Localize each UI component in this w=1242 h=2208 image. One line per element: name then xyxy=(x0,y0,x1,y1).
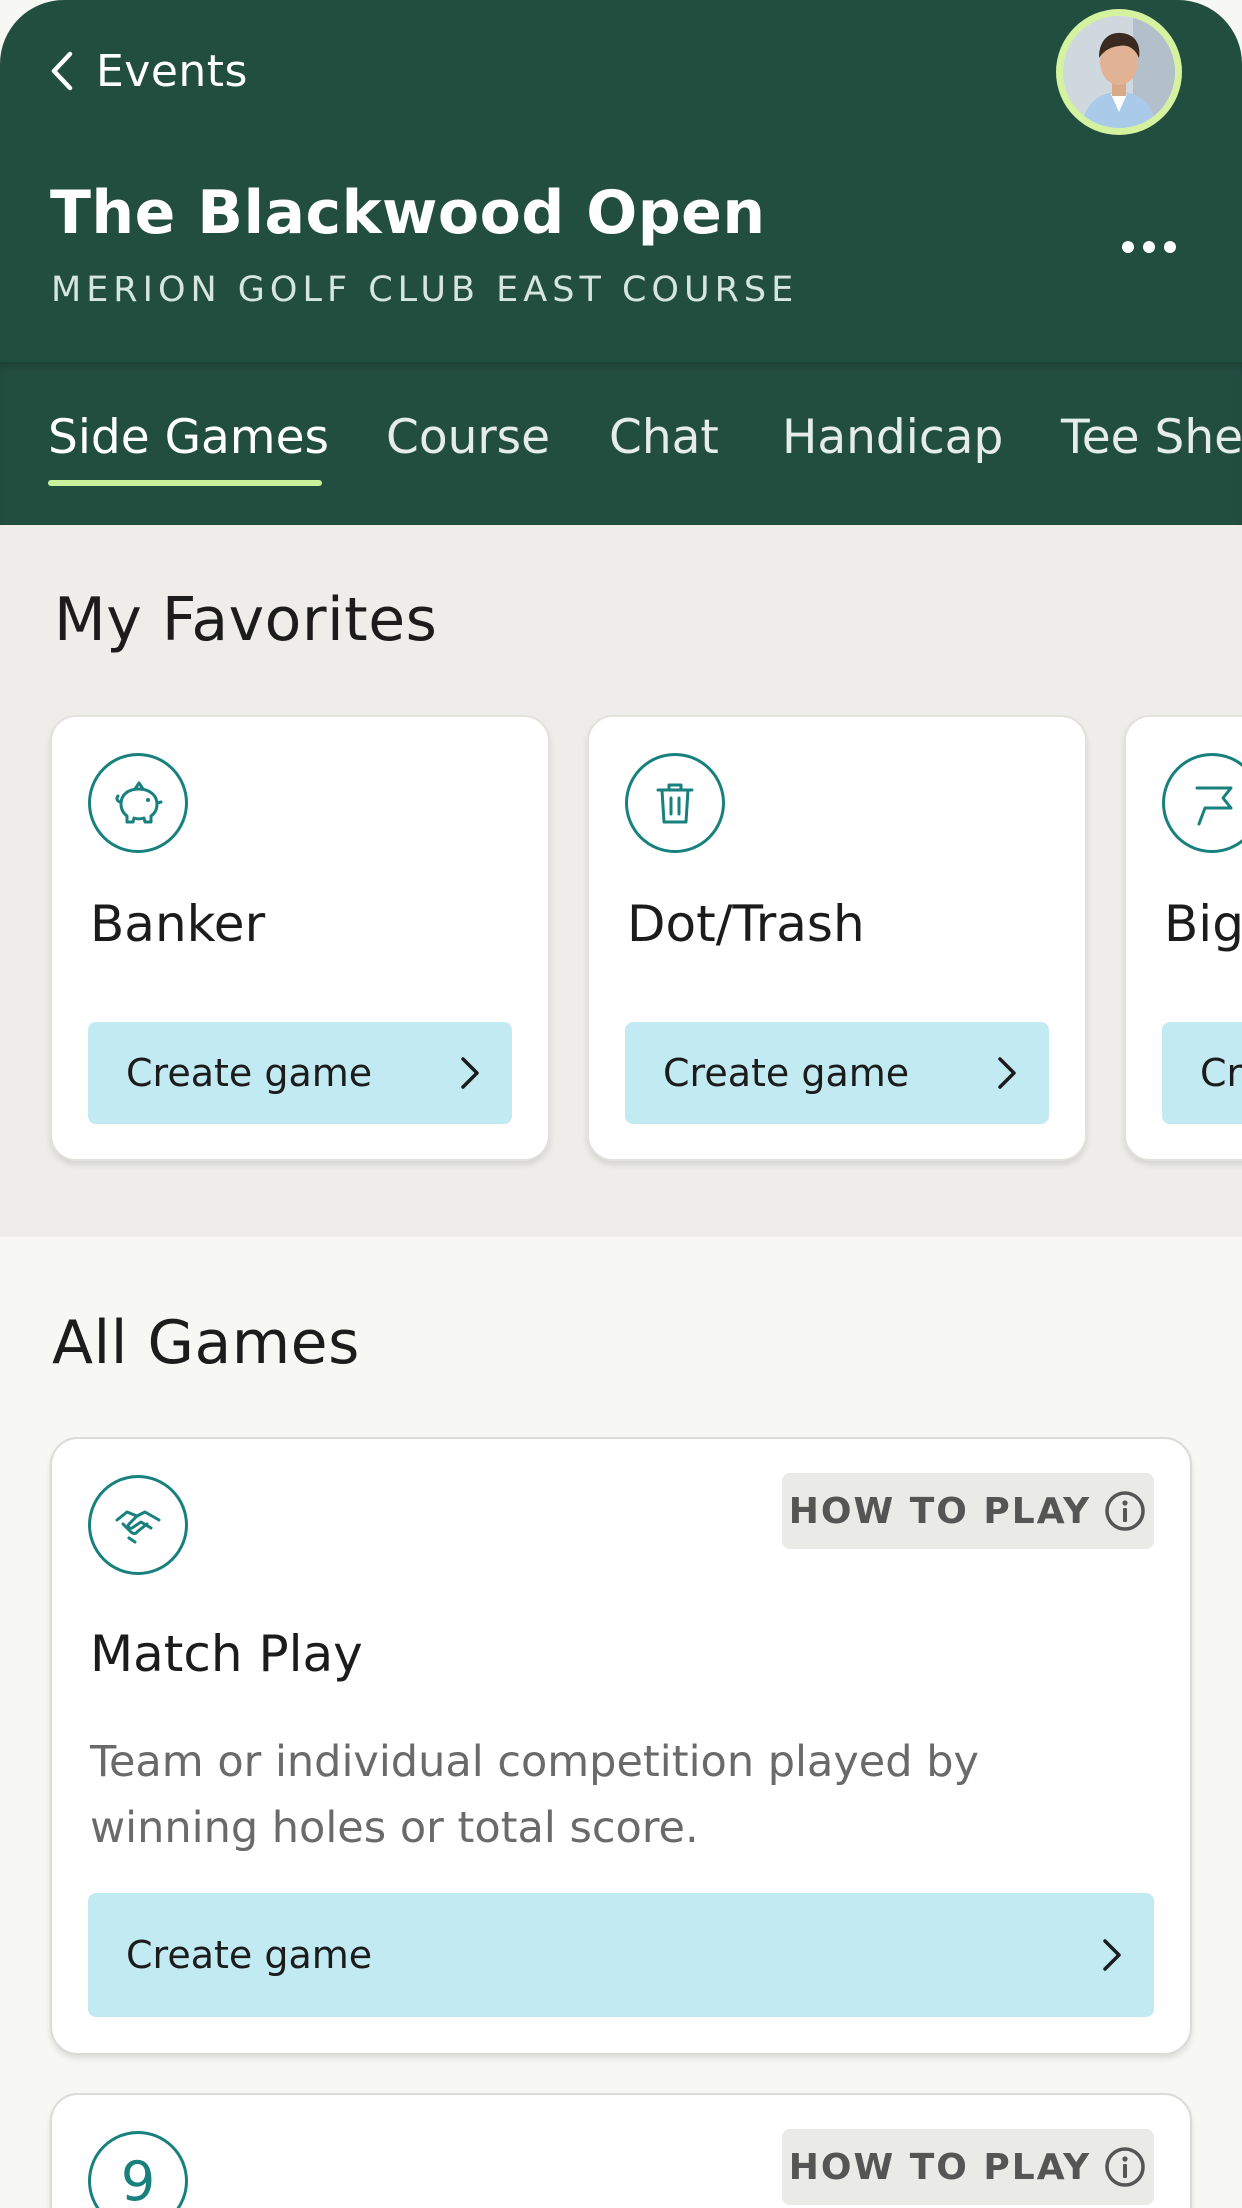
trash-icon xyxy=(625,753,725,853)
game-card-match-play: HOW TO PLAY Match Play Team or individua… xyxy=(50,1437,1192,2055)
back-label: Events xyxy=(96,45,248,97)
create-game-button[interactable]: Create game xyxy=(88,1893,1154,2017)
course-subtitle: MERION GOLF CLUB EAST COURSE xyxy=(51,270,799,310)
chevron-left-icon xyxy=(51,51,73,91)
favorites-title: My Favorites xyxy=(54,585,438,655)
how-to-play-button[interactable]: HOW TO PLAY xyxy=(782,2129,1154,2205)
game-card-nine: 9 HOW TO PLAY xyxy=(50,2093,1192,2208)
tab-course[interactable]: Course xyxy=(386,410,550,465)
favorite-name: Dot/Trash xyxy=(627,895,865,953)
handshake-icon xyxy=(88,1475,188,1575)
nine-icon: 9 xyxy=(88,2131,188,2208)
create-game-button[interactable]: Create game xyxy=(625,1022,1049,1124)
how-to-play-button[interactable]: HOW TO PLAY xyxy=(782,1473,1154,1549)
info-icon xyxy=(1105,2147,1145,2187)
flag-icon xyxy=(1162,753,1242,853)
more-options-icon[interactable] xyxy=(1122,238,1176,256)
favorite-name: Banker xyxy=(90,895,266,953)
tab-tee-sheet[interactable]: Tee She xyxy=(1061,410,1242,465)
info-icon xyxy=(1105,1491,1145,1531)
create-game-button[interactable]: Cr xyxy=(1162,1022,1242,1124)
app-screen: Events The Blackwood Open MERION GOLF CL… xyxy=(0,0,1242,2208)
create-game-label: Cr xyxy=(1200,1051,1242,1095)
chevron-right-icon xyxy=(461,1057,479,1089)
game-description: Team or individual competition played by… xyxy=(90,1737,979,1853)
nine-glyph: 9 xyxy=(120,2149,156,2208)
create-game-button[interactable]: Create game xyxy=(88,1022,512,1124)
how-to-play-label: HOW TO PLAY xyxy=(788,1490,1092,1532)
event-header: Events The Blackwood Open MERION GOLF CL… xyxy=(0,0,1242,362)
page-title: The Blackwood Open xyxy=(50,178,766,248)
favorite-card-big: Big Cr xyxy=(1124,715,1242,1161)
create-game-label: Create game xyxy=(126,1051,373,1095)
tab-bar: Side Games Course Chat Handicap Tee She xyxy=(0,362,1242,525)
chevron-right-icon xyxy=(1103,1939,1121,1971)
chevron-right-icon xyxy=(998,1057,1016,1089)
create-game-label: Create game xyxy=(663,1051,910,1095)
avatar[interactable] xyxy=(1056,9,1182,135)
create-game-label: Create game xyxy=(126,1933,373,1977)
how-to-play-label: HOW TO PLAY xyxy=(788,2146,1092,2188)
avatar-photo xyxy=(1063,16,1175,128)
person-icon xyxy=(1063,16,1175,128)
favorite-name: Big xyxy=(1164,895,1242,953)
game-name: Match Play xyxy=(90,1625,363,1683)
tab-chat[interactable]: Chat xyxy=(609,410,719,465)
tab-handicap[interactable]: Handicap xyxy=(782,410,1003,465)
favorite-card-banker: Banker Create game xyxy=(50,715,550,1161)
tab-side-games[interactable]: Side Games xyxy=(48,410,329,465)
back-button[interactable]: Events xyxy=(48,40,248,102)
favorite-card-dot-trash: Dot/Trash Create game xyxy=(587,715,1087,1161)
all-games-title: All Games xyxy=(52,1308,360,1378)
active-tab-indicator xyxy=(48,480,322,486)
piggy-bank-icon xyxy=(88,753,188,853)
